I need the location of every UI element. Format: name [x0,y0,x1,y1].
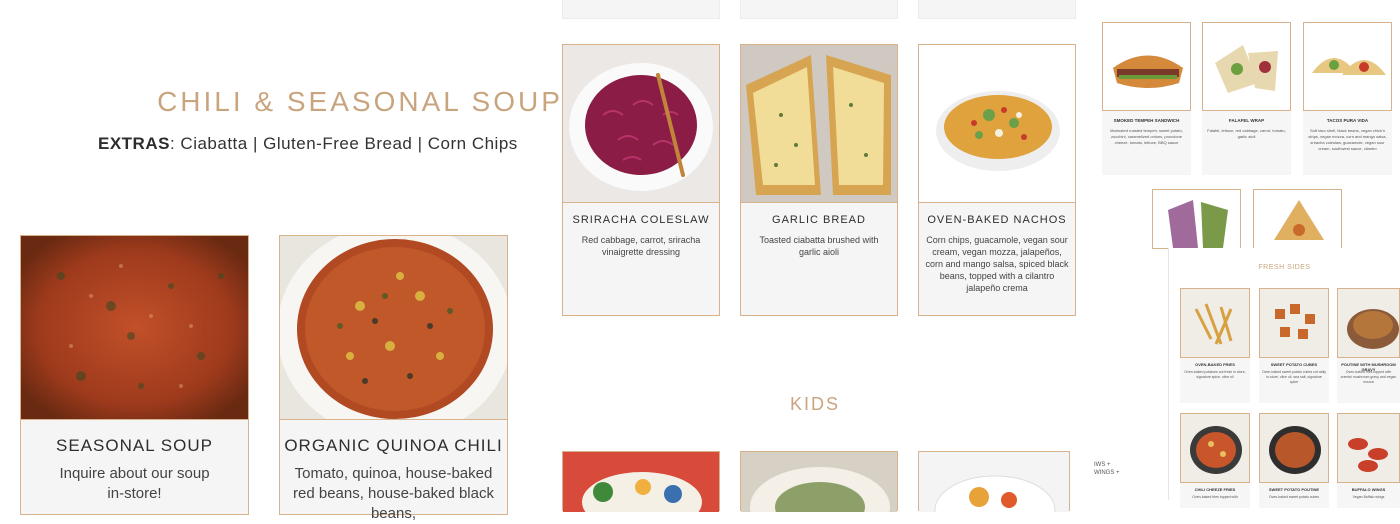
mini-menu-item[interactable] [1253,189,1342,249]
side-item-name: Chili Cheeze Fries [1194,487,1236,492]
fresh-side-item[interactable]: Sweet Potato Cubes Oven-baked sweet pota… [1259,288,1329,403]
oven-baked-fries-image [1180,288,1250,358]
side-item-name: Buffalo Wings [1351,487,1386,492]
garlic-bread-image [741,45,897,203]
kids-card[interactable] [918,451,1070,512]
chili-cheeze-fries-image [1180,413,1250,483]
mini-item-desc: Falafel, lettuce, red cabbage, carrot, t… [1207,128,1286,139]
tacos-pura-vida-image [1303,22,1392,111]
side-item-desc: Oven-baked potatoes cut fresh in store, … [1184,370,1246,379]
sweet-potato-poutine-image [1259,413,1329,483]
mini-menu-item[interactable]: Falafel Wrap Falafel, lettuce, red cabba… [1202,22,1291,175]
menu-card-sriracha-coleslaw[interactable]: Sriracha Coleslaw Red cabbage, carrot, s… [562,44,720,316]
extras-text: : Ciabatta | Gluten-Free Bread | Corn Ch… [169,134,518,153]
mini-menu-item[interactable]: Smoked Tempeh Sandwich Marinated roasted… [1102,22,1191,175]
kids-card[interactable] [562,451,720,512]
side-item-name: Oven-Baked Fries [1195,362,1235,367]
mini-item-desc: Marinated roasted tempeh, sweet potato, … [1110,128,1183,145]
nachos-image [919,45,1075,203]
card-desc: Toasted ciabatta brushed with garlic aio… [759,235,879,257]
quinoa-chili-image [280,236,507,420]
mini-item-name: Falafel Wrap [1228,118,1265,123]
fresh-sides-title: Fresh Sides [1258,264,1311,271]
mini-item-desc: Soft taco shell, black beans, vegan chic… [1308,128,1387,151]
mini-item-name: Tacos Pura Vida [1326,118,1369,123]
kids-card-image [919,452,1069,512]
mini-item-image [1253,189,1342,249]
side-item-name: Sweet Potato Poutine [1268,487,1320,492]
smoked-tempeh-sandwich-image [1102,22,1191,111]
card-stub [562,0,720,19]
side-item-desc: Oven-baked fries topped with [1192,495,1238,499]
section-title-kids: Kids [790,394,841,414]
menu-card-quinoa-chili[interactable]: Organic Quinoa Chili Tomato, quinoa, hou… [279,235,508,522]
seasonal-soup-image [21,236,248,420]
fresh-side-item[interactable]: Oven-Baked Fries Oven-baked potatoes cut… [1180,288,1250,403]
sweet-potato-cubes-image [1259,288,1329,358]
card-stub [918,0,1076,19]
side-item-desc: Oven-baked fries topped with cremini mus… [1340,370,1397,384]
card-desc: Corn chips, guacamole, vegan sour cream,… [925,235,1069,293]
card-name: Seasonal Soup [56,436,213,455]
mini-item-image [1152,189,1241,249]
fragment-text: WINGS + [1094,470,1120,476]
poutine-image [1337,288,1400,358]
menu-card-oven-baked-nachos[interactable]: Oven-Baked Nachos Corn chips, guacamole,… [918,44,1076,316]
card-desc: Inquire about our soup in-store! [59,465,210,502]
falafel-wrap-image [1202,22,1291,111]
side-item-desc: Vegan Buffalo wings [1352,495,1385,499]
kids-card[interactable] [740,451,898,512]
extras-line: EXTRAS: Ciabatta | Gluten-Free Bread | C… [98,134,518,154]
sriracha-coleslaw-image [563,45,719,203]
card-name: Sriracha Coleslaw [572,214,710,226]
side-item-desc: Oven-baked sweet potato cubes cut daily … [1262,370,1327,384]
menu-card-seasonal-soup[interactable]: Seasonal Soup Inquire about our soup in-… [20,235,249,515]
card-desc: Tomato, quinoa, house-baked red beans, h… [293,465,494,522]
fresh-side-item[interactable]: Buffalo Wings Vegan Buffalo wings [1337,413,1400,508]
extras-label: EXTRAS [98,134,170,153]
mini-item-name: Smoked Tempeh Sandwich [1113,118,1180,123]
fragment-text: IWS + [1094,462,1111,468]
kids-card-image [741,452,897,512]
fresh-side-item[interactable]: Chili Cheeze Fries Oven-baked fries topp… [1180,413,1250,508]
card-stub [740,0,898,19]
mini-menu-item[interactable]: Tacos Pura Vida Soft taco shell, black b… [1303,22,1392,175]
side-item-name: Sweet Potato Cubes [1270,362,1318,367]
mini-menu-item[interactable] [1152,189,1241,249]
fresh-side-item[interactable]: Poutine with Mushroom Gravy Oven-baked f… [1337,288,1400,403]
fresh-side-item[interactable]: Sweet Potato Poutine Oven-baked sweet po… [1259,413,1329,508]
card-desc: Red cabbage, carrot, sriracha vinaigrett… [581,235,701,257]
card-name: Garlic Bread [772,214,866,226]
kids-card-image [563,452,719,512]
menu-card-garlic-bread[interactable]: Garlic Bread Toasted ciabatta brushed wi… [740,44,898,316]
side-item-desc: Oven-baked sweet potato cubes [1268,495,1320,499]
card-name: Oven-Baked Nachos [927,214,1067,226]
card-name: Organic Quinoa Chili [284,436,503,455]
buffalo-wings-image [1337,413,1400,483]
